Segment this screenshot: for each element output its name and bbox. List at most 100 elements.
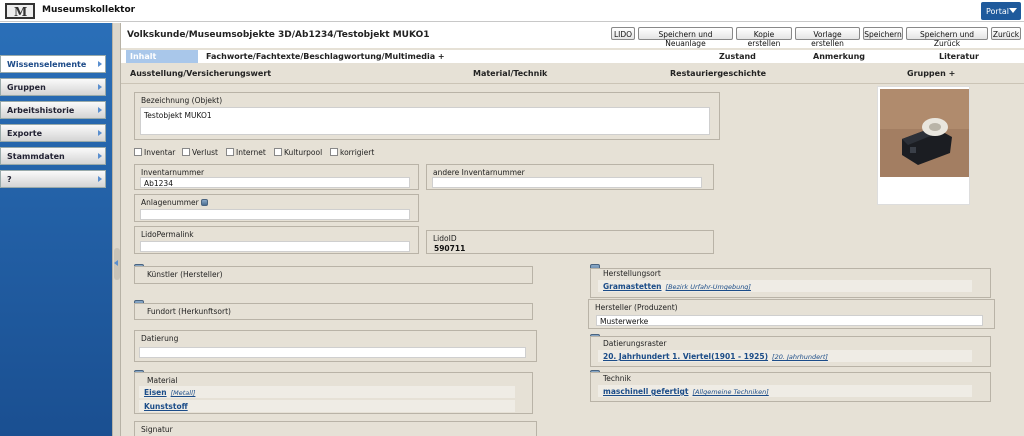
arrow-right-icon xyxy=(98,153,102,159)
checkbox-internet[interactable]: Internet xyxy=(226,148,266,157)
sidebar-item-label: ? xyxy=(7,175,12,184)
checkbox-label: korrigiert xyxy=(340,148,375,157)
checkbox-korrigiert[interactable]: korrigiert xyxy=(330,148,374,157)
save-and-new-button[interactable]: Speichern und Neuanlage xyxy=(638,27,733,48)
sidebar-item-stammdaten[interactable]: Stammdaten xyxy=(0,147,106,165)
anlagenummer-field[interactable] xyxy=(140,209,410,220)
material-entry[interactable]: Kunststoff xyxy=(139,400,515,412)
lido-button[interactable]: LIDO xyxy=(611,27,635,40)
object-image[interactable] xyxy=(877,86,970,205)
portal-dropdown[interactable]: Portal xyxy=(981,2,1021,20)
lidoid-label: LidoID xyxy=(433,234,457,243)
lidoid-value: 590711 xyxy=(434,244,466,253)
herstellungsort-type[interactable]: [Bezirk Urfahr-Umgebung] xyxy=(666,283,751,291)
chevron-down-icon xyxy=(1009,8,1017,13)
datierungsraster-type[interactable]: [20. Jahrhundert] xyxy=(772,353,828,361)
material-type[interactable]: [Metall] xyxy=(171,389,196,397)
datierung-field[interactable] xyxy=(139,347,526,358)
andere-inventarnummer-group: andere Inventarnummer xyxy=(426,164,714,190)
top-bar: M Museumskollektor Portal xyxy=(0,0,1024,22)
herstellungsort-entry[interactable]: Gramastetten [Bezirk Urfahr-Umgebung] xyxy=(598,280,972,292)
datierungsraster-value[interactable]: 20. Jahrhundert 1. Viertel(1901 - 1925) xyxy=(603,352,768,361)
back-button[interactable]: Zurück xyxy=(991,27,1021,40)
copy-button[interactable]: Kopie erstellen xyxy=(736,27,792,48)
lidopermalink-group: LidoPermalink xyxy=(134,226,419,254)
sidebar-splitter[interactable] xyxy=(112,23,121,436)
material-value[interactable]: Kunststoff xyxy=(144,402,188,411)
checkbox-kulturpool[interactable]: Kulturpool xyxy=(274,148,322,157)
material-entry[interactable]: Eisen [Metall] xyxy=(139,386,515,398)
technik-type[interactable]: [Allgemeine Techniken] xyxy=(693,388,769,396)
lidopermalink-field[interactable] xyxy=(140,241,410,252)
sidebar-item-exporte[interactable]: Exporte xyxy=(0,124,106,142)
material-label: Material xyxy=(147,376,178,385)
datierungsraster-group: Datierungsraster 20. Jahrhundert 1. Vier… xyxy=(590,336,991,367)
hersteller-label: Hersteller (Produzent) xyxy=(595,303,678,312)
tab-inhalt[interactable]: Inhalt xyxy=(126,50,198,63)
checkbox-label: Internet xyxy=(236,148,266,157)
checkbox-box[interactable] xyxy=(182,148,190,156)
andere-inventarnummer-label: andere Inventarnummer xyxy=(433,168,525,177)
checkbox-label: Verlust xyxy=(192,148,218,157)
datierung-group: Datierung xyxy=(134,330,537,362)
inventarnummer-label: Inventarnummer xyxy=(141,168,205,177)
hersteller-group: Hersteller (Produzent) Musterwerke xyxy=(588,299,995,329)
technik-entry[interactable]: maschinell gefertigt [Allgemeine Technike… xyxy=(598,385,972,397)
bezeichnung-field[interactable]: Testobjekt MUKO1 xyxy=(140,107,710,135)
lidoid-group: LidoID 590711 xyxy=(426,230,714,254)
inventarnummer-group: Inventarnummer Ab1234 xyxy=(134,164,419,190)
info-icon[interactable] xyxy=(201,199,209,206)
create-template-button[interactable]: Vorlage erstellen xyxy=(795,27,860,48)
tab-ausstellung[interactable]: Ausstellung/Versicherungswert xyxy=(130,69,271,78)
sidebar-item-arbeitshistorie[interactable]: Arbeitshistorie xyxy=(0,101,106,119)
fundort-group: Fundort (Herkunftsort) xyxy=(134,303,533,320)
tab-row-1: Inhalt Fachworte/Fachtexte/Beschlagwortu… xyxy=(121,50,1024,63)
checkbox-inventar[interactable]: Inventar xyxy=(134,148,175,157)
datierungsraster-label: Datierungsraster xyxy=(603,339,667,348)
checkbox-box[interactable] xyxy=(134,148,142,156)
sidebar-item-wissenselemente[interactable]: Wissenselemente xyxy=(0,55,106,73)
checkbox-box[interactable] xyxy=(274,148,282,156)
bezeichnung-label: Bezeichnung (Objekt) xyxy=(141,96,223,105)
inventarnummer-field[interactable]: Ab1234 xyxy=(140,177,410,188)
technik-label: Technik xyxy=(603,374,631,383)
material-value[interactable]: Eisen xyxy=(144,388,167,397)
sidebar-item-label: Wissenselemente xyxy=(7,60,87,69)
object-photo xyxy=(880,89,969,177)
checkbox-box[interactable] xyxy=(330,148,338,156)
checkbox-verlust[interactable]: Verlust xyxy=(182,148,218,157)
sidebar-item-help[interactable]: ? xyxy=(0,170,106,188)
technik-value[interactable]: maschinell gefertigt xyxy=(603,387,689,396)
signatur-label: Signatur xyxy=(141,425,173,434)
lidopermalink-label: LidoPermalink xyxy=(141,230,194,239)
herstellungsort-label: Herstellungsort xyxy=(603,269,661,278)
herstellungsort-value[interactable]: Gramastetten xyxy=(603,282,662,291)
datierungsraster-entry[interactable]: 20. Jahrhundert 1. Viertel(1901 - 1925) [… xyxy=(598,350,972,362)
tab-anmerkung[interactable]: Anmerkung xyxy=(813,52,865,61)
arrow-right-icon xyxy=(98,84,102,90)
hersteller-field[interactable]: Musterwerke xyxy=(596,315,983,326)
tab-material-technik[interactable]: Material/Technik xyxy=(473,69,547,78)
tab-restauriergeschichte[interactable]: Restauriergeschichte xyxy=(670,69,766,78)
arrow-right-icon xyxy=(98,61,102,67)
arrow-right-icon xyxy=(98,107,102,113)
checkbox-label: Kulturpool xyxy=(284,148,323,157)
tab-literatur[interactable]: Literatur xyxy=(939,52,979,61)
tab-zustand[interactable]: Zustand xyxy=(719,52,756,61)
bezeichnung-group: Bezeichnung (Objekt) Testobjekt MUKO1 xyxy=(134,92,720,140)
andere-inventarnummer-field[interactable] xyxy=(432,177,702,188)
sidebar-item-label: Gruppen xyxy=(7,83,46,92)
technik-group: Technik maschinell gefertigt [Allgemeine … xyxy=(590,372,991,402)
sidebar-item-label: Arbeitshistorie xyxy=(7,106,75,115)
tab-gruppen[interactable]: Gruppen + xyxy=(907,69,955,78)
signatur-group: Signatur xyxy=(134,421,537,436)
object-title: Volkskunde/Museumsobjekte 3D/Ab1234/Test… xyxy=(127,30,430,40)
save-and-back-button[interactable]: Speichern und Zurück xyxy=(906,27,988,48)
anlagenummer-label: Anlagenummer xyxy=(141,198,209,207)
save-button[interactable]: Speichern xyxy=(863,27,903,40)
anlagenummer-group: Anlagenummer xyxy=(134,194,419,222)
checkbox-box[interactable] xyxy=(226,148,234,156)
sidebar-item-gruppen[interactable]: Gruppen xyxy=(0,78,106,96)
fundort-label: Fundort (Herkunftsort) xyxy=(147,307,231,316)
tab-fachworte[interactable]: Fachworte/Fachtexte/Beschlagwortung/Mult… xyxy=(206,52,445,61)
